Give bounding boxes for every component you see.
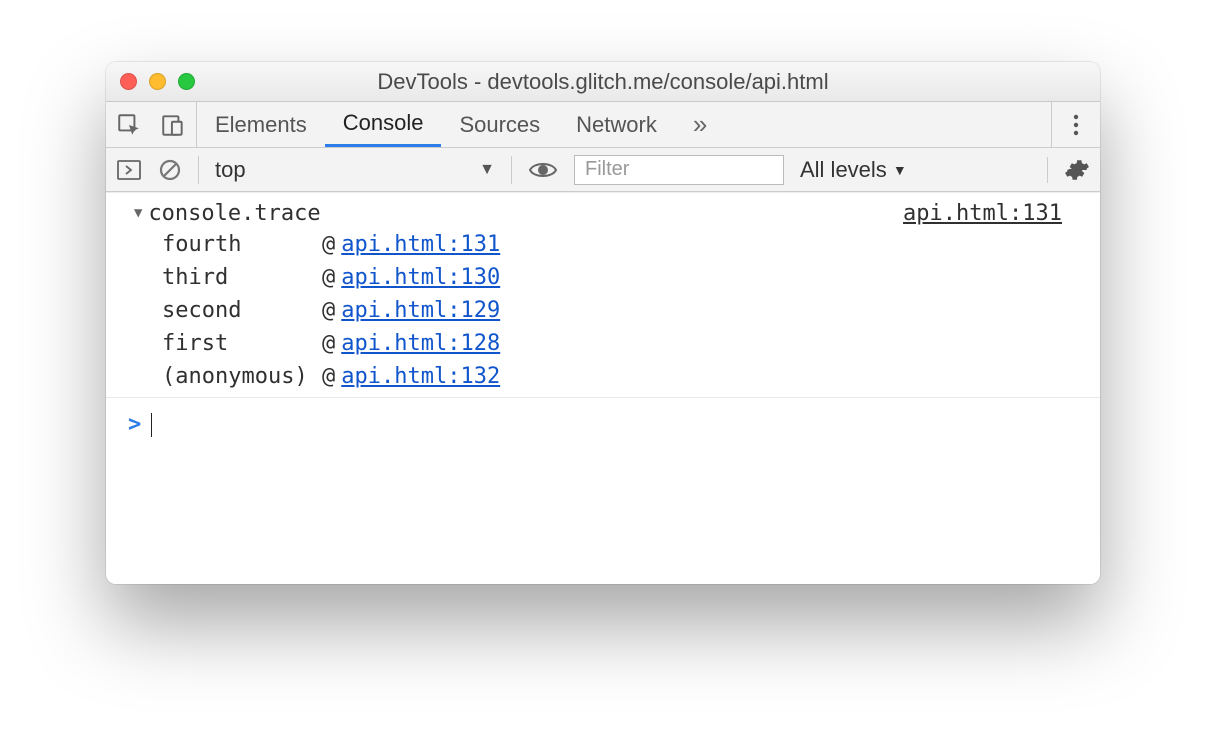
log-levels-label: All levels	[800, 157, 887, 183]
stack-frame-function: first	[162, 331, 322, 356]
stack-frame-source-link[interactable]: api.html:131	[341, 232, 500, 257]
console-settings[interactable]	[1047, 157, 1090, 183]
stack-frame-at: @	[322, 265, 335, 290]
minimize-window-button[interactable]	[149, 73, 166, 90]
toolbar-separator	[511, 156, 512, 184]
chevron-down-icon: ▼	[893, 162, 907, 178]
disclosure-triangle-icon[interactable]: ▼	[134, 205, 142, 221]
panel-tabs: Elements Console Sources Network »	[197, 102, 725, 147]
stack-frame-source-link[interactable]: api.html:129	[341, 298, 500, 323]
stack-trace-list: fourth@api.html:131third@api.html:130sec…	[106, 228, 1100, 393]
toolbar-separator	[198, 156, 199, 184]
stack-frame-at: @	[322, 331, 335, 356]
console-toolbar: top ▼ All levels ▼	[106, 148, 1100, 192]
zoom-window-button[interactable]	[178, 73, 195, 90]
stack-frame-function: third	[162, 265, 322, 290]
device-toolbar-icon[interactable]	[160, 112, 186, 138]
sidebar-toggle-icon[interactable]	[116, 159, 142, 181]
stack-frame-function: fourth	[162, 232, 322, 257]
tabs-overflow-button[interactable]: »	[675, 102, 725, 147]
stack-frame-at: @	[322, 298, 335, 323]
tab-sources[interactable]: Sources	[441, 102, 558, 147]
tab-console[interactable]: Console	[325, 102, 442, 147]
trace-header-label: console.trace	[148, 201, 320, 226]
filter-input[interactable]	[574, 155, 784, 185]
devtools-window: DevTools - devtools.glitch.me/console/ap…	[106, 62, 1100, 584]
traffic-lights	[120, 62, 195, 101]
chevron-down-icon: ▼	[479, 161, 495, 179]
stack-frame-at: @	[322, 232, 335, 257]
prompt-caret-icon: >	[128, 412, 141, 437]
stack-frame-row: second@api.html:129	[162, 294, 1100, 327]
main-menu[interactable]	[1051, 102, 1100, 147]
stack-frame-source-link[interactable]: api.html:132	[341, 364, 500, 389]
stack-frame-function: second	[162, 298, 322, 323]
inspect-controls	[106, 102, 197, 147]
inspect-element-icon[interactable]	[116, 112, 142, 138]
console-output: ▼ console.trace api.html:131 fourth@api.…	[106, 192, 1100, 584]
trace-source-link[interactable]: api.html:131	[903, 201, 1082, 226]
tab-elements[interactable]: Elements	[197, 102, 325, 147]
log-levels-selector[interactable]: All levels ▼	[800, 157, 907, 183]
window-title: DevTools - devtools.glitch.me/console/ap…	[106, 69, 1100, 95]
stack-frame-row: fourth@api.html:131	[162, 228, 1100, 261]
stack-frame-source-link[interactable]: api.html:130	[341, 265, 500, 290]
clear-console-icon[interactable]	[158, 158, 182, 182]
stack-frame-at: @	[322, 364, 335, 389]
stack-frame-row: first@api.html:128	[162, 327, 1100, 360]
close-window-button[interactable]	[120, 73, 137, 90]
stack-frame-row: third@api.html:130	[162, 261, 1100, 294]
stack-frame-source-link[interactable]: api.html:128	[341, 331, 500, 356]
stack-frame-row: (anonymous)@api.html:132	[162, 360, 1100, 393]
tab-network[interactable]: Network	[558, 102, 675, 147]
gear-icon	[1064, 157, 1090, 183]
console-divider	[106, 397, 1100, 398]
trace-header-row[interactable]: ▼ console.trace api.html:131	[106, 199, 1100, 228]
live-expression-icon[interactable]	[528, 160, 558, 180]
context-selector[interactable]: top ▼	[215, 154, 495, 186]
context-selector-label: top	[215, 157, 246, 183]
console-prompt[interactable]: >	[106, 402, 1100, 437]
kebab-menu-icon	[1072, 112, 1080, 138]
text-cursor	[151, 413, 152, 437]
panel-tabs-row: Elements Console Sources Network »	[106, 102, 1100, 148]
titlebar: DevTools - devtools.glitch.me/console/ap…	[106, 62, 1100, 102]
stack-frame-function: (anonymous)	[162, 364, 322, 389]
